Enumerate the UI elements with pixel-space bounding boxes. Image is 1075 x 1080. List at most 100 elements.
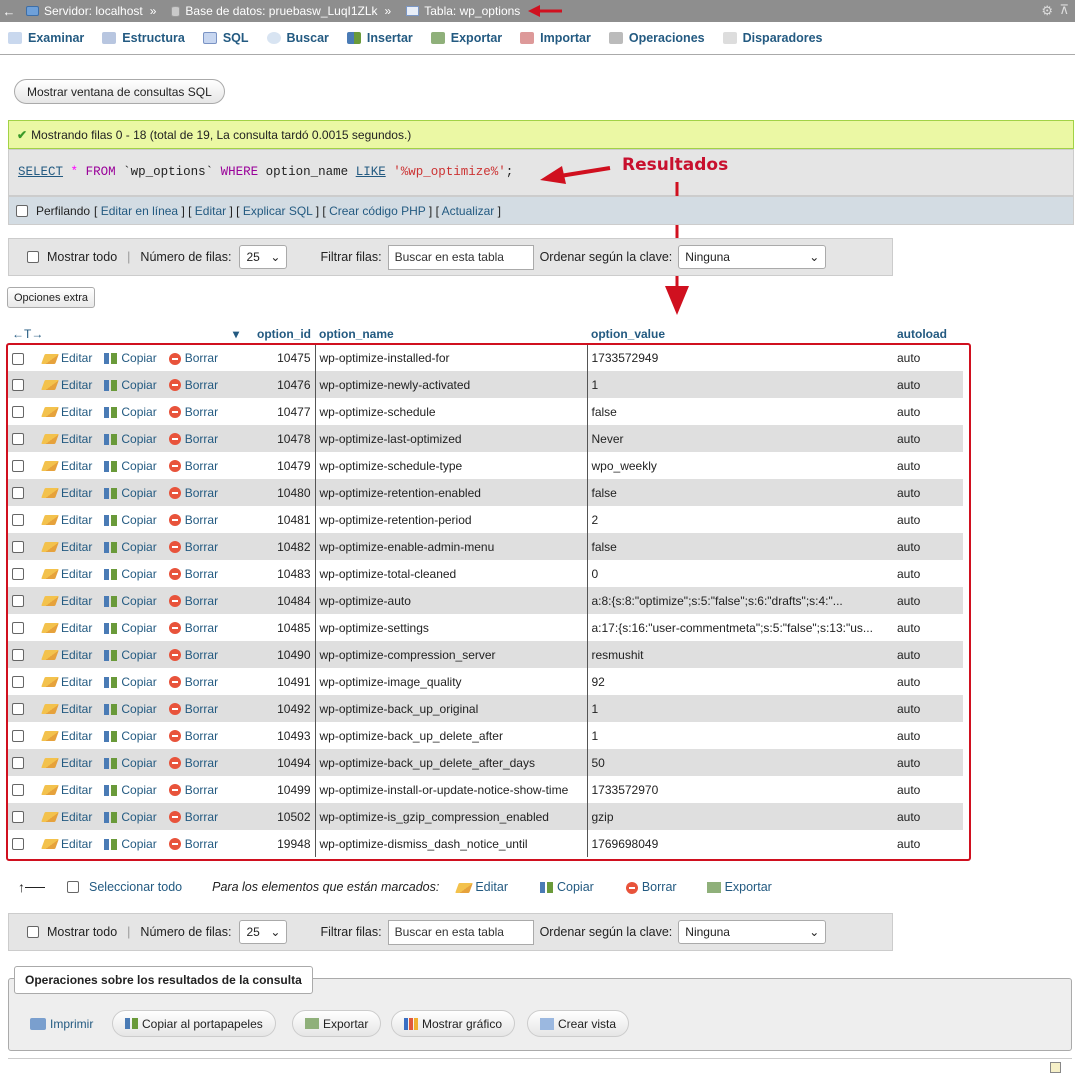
row-delete-button[interactable]: Borrar [168, 540, 218, 554]
row-edit-button[interactable]: Editar [41, 810, 92, 824]
tab-insert[interactable]: Insertar [346, 31, 413, 45]
row-checkbox[interactable] [12, 379, 24, 392]
breadcrumb-server[interactable]: Servidor: localhost [44, 4, 143, 18]
row-copy-button[interactable]: Copiar [104, 405, 157, 419]
collapse-icon[interactable]: ⊼ [1059, 2, 1069, 18]
row-edit-button[interactable]: Editar [41, 756, 92, 770]
tab-search[interactable]: Buscar [266, 31, 329, 45]
sql-keyword[interactable]: SELECT [18, 165, 63, 179]
cell-option-id[interactable]: 10485 [243, 614, 315, 641]
cell-option-name[interactable]: wp-optimize-enable-admin-menu [314, 533, 587, 560]
row-edit-button[interactable]: Editar [41, 729, 92, 743]
header-option-value[interactable]: option_value [587, 325, 893, 345]
cell-option-id[interactable]: 10480 [243, 479, 315, 506]
cell-option-value[interactable]: 1733572970 [586, 776, 893, 803]
cell-autoload[interactable]: auto [893, 668, 963, 695]
tab-import[interactable]: Importar [520, 31, 591, 45]
cell-option-name[interactable]: wp-optimize-schedule [314, 398, 587, 425]
row-copy-button[interactable]: Copiar [104, 810, 157, 824]
cell-autoload[interactable]: auto [893, 776, 963, 803]
column-resize-handle[interactable]: ←T→ ▾ [8, 325, 243, 345]
row-edit-button[interactable]: Editar [41, 675, 92, 689]
cell-autoload[interactable]: auto [893, 533, 963, 560]
cell-option-id[interactable]: 10478 [243, 425, 315, 452]
edit-link[interactable]: Editar [195, 204, 226, 218]
row-delete-button[interactable]: Borrar [168, 837, 218, 851]
cell-option-name[interactable]: wp-optimize-total-cleaned [314, 560, 587, 587]
row-copy-button[interactable]: Copiar [104, 540, 157, 554]
cell-option-value[interactable]: false [586, 533, 893, 560]
cell-autoload[interactable]: auto [893, 506, 963, 533]
row-checkbox[interactable] [12, 406, 24, 419]
cell-option-id[interactable]: 10479 [243, 452, 315, 479]
row-delete-button[interactable]: Borrar [168, 648, 218, 662]
row-copy-button[interactable]: Copiar [104, 675, 157, 689]
show-chart-button[interactable]: Mostrar gráfico [391, 1010, 516, 1037]
row-edit-button[interactable]: Editar [41, 513, 92, 527]
cell-autoload[interactable]: auto [893, 560, 963, 587]
row-copy-button[interactable]: Copiar [104, 621, 157, 635]
cell-option-id[interactable]: 19948 [243, 830, 315, 857]
cell-autoload[interactable]: auto [893, 830, 963, 857]
filter-input[interactable]: Buscar en esta tabla [387, 919, 534, 945]
row-edit-button[interactable]: Editar [41, 594, 92, 608]
cell-option-id[interactable]: 10481 [243, 506, 315, 533]
row-checkbox[interactable] [12, 703, 24, 716]
row-checkbox[interactable] [12, 352, 24, 365]
row-delete-button[interactable]: Borrar [168, 594, 218, 608]
row-copy-button[interactable]: Copiar [104, 459, 157, 473]
rows-select[interactable]: 25 ⌄ [239, 245, 288, 269]
cell-autoload[interactable]: auto [893, 587, 963, 614]
row-checkbox[interactable] [12, 838, 24, 851]
sql-keyword[interactable]: LIKE [356, 165, 386, 179]
row-delete-button[interactable]: Borrar [168, 378, 218, 392]
row-edit-button[interactable]: Editar [41, 405, 92, 419]
rows-select[interactable]: 25 ⌄ [239, 920, 288, 944]
cell-autoload[interactable]: auto [893, 371, 963, 398]
cell-option-value[interactable]: 92 [586, 668, 893, 695]
cell-option-name[interactable]: wp-optimize-installed-for [314, 344, 587, 371]
cell-autoload[interactable]: auto [893, 722, 963, 749]
row-edit-button[interactable]: Editar [41, 378, 92, 392]
select-all-checkbox[interactable] [67, 881, 79, 893]
cell-option-name[interactable]: wp-optimize-install-or-update-notice-sho… [314, 776, 587, 803]
row-edit-button[interactable]: Editar [41, 486, 92, 500]
row-delete-button[interactable]: Borrar [168, 405, 218, 419]
cell-autoload[interactable]: auto [893, 344, 963, 371]
cell-option-value[interactable]: 0 [586, 560, 893, 587]
tab-browse[interactable]: Examinar [8, 31, 84, 45]
cell-option-id[interactable]: 10499 [243, 776, 315, 803]
print-button[interactable]: Imprimir [18, 1010, 105, 1037]
row-delete-button[interactable]: Borrar [168, 486, 218, 500]
row-copy-button[interactable]: Copiar [104, 594, 157, 608]
row-edit-button[interactable]: Editar [41, 432, 92, 446]
cell-option-name[interactable]: wp-optimize-is_gzip_compression_enabled [314, 803, 587, 830]
cell-option-id[interactable]: 10502 [243, 803, 315, 830]
cell-option-name[interactable]: wp-optimize-settings [314, 614, 587, 641]
row-delete-button[interactable]: Borrar [168, 432, 218, 446]
row-copy-button[interactable]: Copiar [104, 702, 157, 716]
row-copy-button[interactable]: Copiar [104, 432, 157, 446]
row-edit-button[interactable]: Editar [41, 783, 92, 797]
row-edit-button[interactable]: Editar [41, 351, 92, 365]
row-checkbox[interactable] [12, 514, 24, 527]
cell-option-id[interactable]: 10483 [243, 560, 315, 587]
cell-option-value[interactable]: gzip [586, 803, 893, 830]
cell-autoload[interactable]: auto [893, 641, 963, 668]
gear-icon[interactable]: ⚙ [1041, 3, 1053, 19]
cell-option-id[interactable]: 10482 [243, 533, 315, 560]
cell-option-name[interactable]: wp-optimize-back_up_original [314, 695, 587, 722]
create-view-button[interactable]: Crear vista [527, 1010, 630, 1037]
row-copy-button[interactable]: Copiar [104, 567, 157, 581]
cell-option-name[interactable]: wp-optimize-image_quality [314, 668, 587, 695]
row-edit-button[interactable]: Editar [41, 837, 92, 851]
bulk-delete-button[interactable]: Borrar [625, 880, 677, 894]
cell-autoload[interactable]: auto [893, 479, 963, 506]
tab-triggers[interactable]: Disparadores [722, 31, 823, 45]
cell-option-value[interactable]: resmushit [586, 641, 893, 668]
row-checkbox[interactable] [12, 811, 24, 824]
create-php-link[interactable]: Crear código PHP [329, 204, 426, 218]
cell-option-value[interactable]: wpo_weekly [586, 452, 893, 479]
row-delete-button[interactable]: Borrar [168, 756, 218, 770]
cell-option-value[interactable]: 1 [586, 695, 893, 722]
